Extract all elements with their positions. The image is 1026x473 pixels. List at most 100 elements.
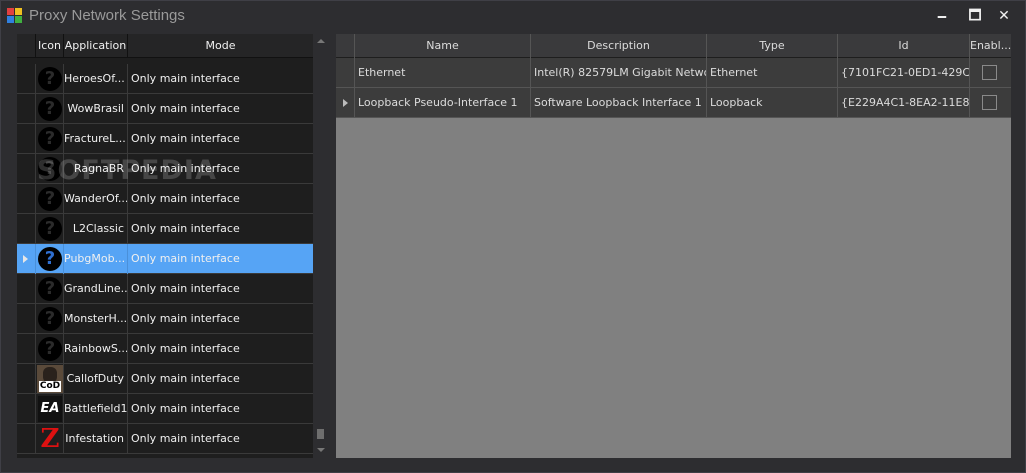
application-mode[interactable]: Only main interface (128, 64, 313, 94)
application-icon-cell[interactable]: CoD (36, 364, 64, 394)
application-mode[interactable]: Only main interface (128, 424, 313, 454)
application-icon-cell[interactable]: ? (36, 304, 64, 334)
interface-name[interactable]: Ethernet (355, 58, 531, 88)
row-indicator[interactable] (336, 88, 355, 118)
enabled-checkbox[interactable] (982, 65, 997, 80)
row-indicator[interactable] (17, 214, 36, 244)
row-indicator[interactable] (17, 394, 36, 424)
interface-id[interactable]: {7101FC21-0ED1-429C-... (838, 58, 970, 88)
row-indicator[interactable] (17, 304, 36, 334)
scroll-down-arrow-icon[interactable] (317, 448, 325, 452)
application-icon-cell[interactable]: ? (36, 124, 64, 154)
application-name[interactable]: RagnaBR (64, 154, 128, 184)
interface-name[interactable]: Loopback Pseudo-Interface 1 (355, 88, 531, 118)
application-name[interactable]: WanderOf... (64, 184, 128, 214)
interface-id[interactable]: {E229A4C1-8EA2-11E8-... (838, 88, 970, 118)
row-indicator[interactable] (17, 124, 36, 154)
maximize-button[interactable]: 🗖 (960, 4, 990, 28)
interface-type[interactable]: Ethernet (707, 58, 838, 88)
application-name[interactable]: MonsterH... (64, 304, 128, 334)
application-name[interactable]: GrandLine... (64, 274, 128, 304)
title-bar[interactable]: Proxy Network Settings 🗕 🗖 ✕ (1, 1, 1025, 31)
interface-description[interactable]: Intel(R) 82579LM Gigabit Netwo... (531, 58, 707, 88)
application-mode[interactable]: Only main interface (128, 154, 313, 184)
column-header-description[interactable]: Description (531, 34, 707, 58)
application-name[interactable]: Battlefield1 (64, 394, 128, 424)
application-mode[interactable]: Only main interface (128, 124, 313, 154)
application-row[interactable]: ? PubgMob... Only main interface (17, 244, 313, 274)
application-row[interactable]: ? GrandLine... Only main interface (17, 274, 313, 304)
application-row[interactable]: ? FractureL... Only main interface (17, 124, 313, 154)
application-row[interactable]: ? RagnaBR Only main interface (17, 154, 313, 184)
application-row[interactable]: CoD CallofDuty Only main interface (17, 364, 313, 394)
application-name[interactable]: CallofDuty (64, 364, 128, 394)
application-icon-cell[interactable]: ? (36, 214, 64, 244)
column-header-name[interactable]: Name (355, 34, 531, 58)
window-title: Proxy Network Settings (29, 7, 185, 24)
minimize-button[interactable]: 🗕 (927, 4, 957, 28)
application-icon-cell[interactable]: ? (36, 94, 64, 124)
application-name[interactable]: PubgMob... (64, 244, 128, 274)
application-mode[interactable]: Only main interface (128, 94, 313, 124)
column-header-id[interactable]: Id (838, 34, 970, 58)
application-name[interactable]: FractureL... (64, 124, 128, 154)
row-indicator[interactable] (336, 58, 355, 88)
application-name[interactable]: WowBrasil (64, 94, 128, 124)
application-name[interactable]: RainbowS... (64, 334, 128, 364)
interface-description[interactable]: Software Loopback Interface 1 (531, 88, 707, 118)
row-indicator[interactable] (17, 64, 36, 94)
column-header-type[interactable]: Type (707, 34, 838, 58)
application-icon-cell[interactable]: ? (36, 64, 64, 94)
application-name[interactable]: Infestation (64, 424, 128, 454)
interface-row[interactable]: Loopback Pseudo-Interface 1 Software Loop… (336, 88, 1011, 118)
column-header-icon[interactable]: Icon (36, 34, 64, 58)
row-indicator[interactable] (17, 424, 36, 454)
application-row[interactable]: ? L2Classic Only main interface (17, 214, 313, 244)
column-header-mode[interactable]: Mode (128, 34, 313, 58)
application-mode[interactable]: Only main interface (128, 394, 313, 424)
applications-scrollbar[interactable] (314, 34, 328, 458)
application-name[interactable]: HeroesOf... (64, 64, 128, 94)
column-header-application[interactable]: Application (64, 34, 128, 58)
application-row[interactable]: ? WowBrasil Only main interface (17, 94, 313, 124)
application-mode[interactable]: Only main interface (128, 304, 313, 334)
application-icon-cell[interactable]: ? (36, 334, 64, 364)
interface-enabled-cell[interactable] (970, 58, 1011, 88)
interface-row[interactable]: Ethernet Intel(R) 82579LM Gigabit Netwo..… (336, 58, 1011, 88)
application-mode[interactable]: Only main interface (128, 274, 313, 304)
application-mode[interactable]: Only main interface (128, 364, 313, 394)
interface-type[interactable]: Loopback (707, 88, 838, 118)
application-icon-cell[interactable]: Z (36, 424, 64, 454)
application-row[interactable]: ? HeroesOf... Only main interface (17, 64, 313, 94)
application-icon-cell[interactable]: ? (36, 184, 64, 214)
application-mode[interactable]: Only main interface (128, 184, 313, 214)
column-header-enabled[interactable]: Enabl... (970, 34, 1011, 58)
application-icon-cell[interactable]: ? (36, 274, 64, 304)
application-icon-cell[interactable]: ? (36, 154, 64, 184)
application-mode[interactable]: Only main interface (128, 214, 313, 244)
row-indicator[interactable] (17, 184, 36, 214)
row-indicator[interactable] (17, 154, 36, 184)
application-row[interactable]: ? RainbowS... Only main interface (17, 334, 313, 364)
application-mode[interactable]: Only main interface (128, 244, 313, 274)
application-row[interactable]: ? WanderOf... Only main interface (17, 184, 313, 214)
application-icon-cell[interactable]: EA (36, 394, 64, 424)
enabled-checkbox[interactable] (982, 95, 997, 110)
application-icon-cell[interactable]: ? (36, 244, 64, 274)
application-row[interactable]: ? MonsterH... Only main interface (17, 304, 313, 334)
application-row[interactable]: EA Battlefield1 Only main interface (17, 394, 313, 424)
scroll-up-arrow-icon[interactable] (317, 39, 325, 43)
application-mode[interactable]: Only main interface (128, 334, 313, 364)
applications-grid[interactable]: Icon Application Mode ? HeroesOf... Only m… (17, 34, 313, 458)
row-indicator[interactable] (17, 364, 36, 394)
interfaces-grid[interactable]: Name Description Type Id Enabl... Ethern… (336, 34, 1011, 458)
close-button[interactable]: ✕ (989, 4, 1019, 28)
application-row[interactable]: Z Infestation Only main interface (17, 424, 313, 454)
row-indicator[interactable] (17, 244, 36, 274)
row-indicator[interactable] (17, 94, 36, 124)
row-indicator[interactable] (17, 274, 36, 304)
application-name[interactable]: L2Classic (64, 214, 128, 244)
scroll-thumb[interactable] (317, 429, 324, 439)
row-indicator[interactable] (17, 334, 36, 364)
interface-enabled-cell[interactable] (970, 88, 1011, 118)
